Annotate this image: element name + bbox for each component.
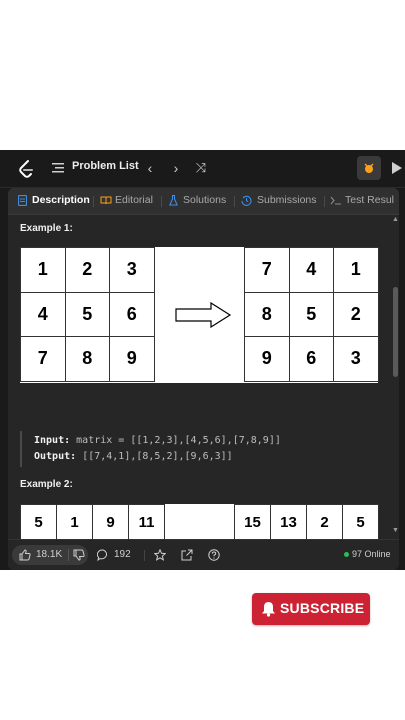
content-scrollbar[interactable]: ▲ ▼ bbox=[392, 215, 399, 539]
output-line: Output: [[7,4,1],[8,5,2],[9,6,3]] bbox=[34, 451, 233, 462]
subscribe-label: SUBSCRIBE bbox=[280, 600, 365, 616]
matrix-cell: 7 bbox=[244, 247, 290, 293]
matrix-cell: 7 bbox=[20, 336, 66, 382]
scroll-down-icon[interactable]: ▼ bbox=[392, 527, 399, 534]
run-button[interactable] bbox=[388, 156, 405, 180]
example-1-image: 123456789 741852963 bbox=[20, 247, 379, 383]
tab-submissions[interactable]: Submissions bbox=[257, 194, 317, 206]
tab-solutions[interactable]: Solutions bbox=[183, 194, 226, 206]
matrix-cell: 13 bbox=[270, 504, 307, 539]
like-dislike-group: 18.1K bbox=[12, 545, 88, 565]
panel-tabs: Description Editorial Solutions Submissi… bbox=[8, 188, 399, 215]
matrix-cell: 3 bbox=[109, 247, 155, 293]
history-icon bbox=[241, 195, 252, 206]
matrix-cell: 5 bbox=[20, 504, 57, 539]
share-icon[interactable] bbox=[181, 549, 193, 561]
output-key: Output: bbox=[34, 451, 77, 462]
bar-divider bbox=[144, 550, 145, 561]
matrix-cell: 8 bbox=[64, 336, 110, 382]
shuffle-icon[interactable]: ⤨ bbox=[192, 159, 210, 177]
matrix-cell: 11 bbox=[128, 504, 165, 539]
description-panel: Description Editorial Solutions Submissi… bbox=[8, 188, 399, 570]
problem-description-content: Example 1: 123456789 741852963 Input: ma… bbox=[8, 215, 391, 539]
matrix-cell: 9 bbox=[92, 504, 129, 539]
matrix-cell: 1 bbox=[20, 247, 66, 293]
terminal-icon bbox=[330, 196, 341, 205]
tab-divider bbox=[324, 196, 325, 207]
problem-list-link[interactable]: Problem List bbox=[72, 160, 139, 172]
leetcode-logo-icon[interactable] bbox=[16, 159, 36, 179]
bell-icon bbox=[262, 602, 275, 617]
comment-icon[interactable] bbox=[97, 549, 109, 561]
subscribe-button[interactable]: SUBSCRIBE bbox=[252, 593, 370, 625]
play-icon bbox=[392, 162, 402, 174]
example-2-title: Example 2: bbox=[20, 479, 73, 490]
list-icon[interactable] bbox=[52, 162, 64, 174]
matrix-cell: 1 bbox=[333, 247, 379, 293]
flask-icon bbox=[169, 195, 178, 206]
tab-divider bbox=[161, 196, 162, 207]
matrix-cell: 5 bbox=[64, 291, 110, 337]
comment-count[interactable]: 192 bbox=[114, 549, 131, 560]
example-1-io-block: Input: matrix = [[1,2,3],[4,5,6],[7,8,9]… bbox=[20, 431, 322, 467]
tab-description[interactable]: Description bbox=[32, 194, 90, 206]
matrix-cell: 4 bbox=[288, 247, 334, 293]
leetcode-app: Problem List ‹ › ⤨ Description Editorial… bbox=[0, 150, 405, 570]
chevron-left-icon[interactable]: ‹ bbox=[141, 159, 159, 177]
like-count: 18.1K bbox=[36, 549, 63, 560]
matrix-cell: 9 bbox=[244, 336, 290, 382]
help-icon[interactable] bbox=[208, 549, 220, 561]
matrix-cell: 5 bbox=[342, 504, 379, 539]
book-icon bbox=[100, 196, 112, 205]
matrix-cell: 1 bbox=[56, 504, 93, 539]
online-status-dot bbox=[344, 552, 349, 557]
like-divider bbox=[68, 549, 69, 561]
matrix-cell: 6 bbox=[109, 291, 155, 337]
matrix-cell: 3 bbox=[333, 336, 379, 382]
star-icon[interactable] bbox=[154, 549, 166, 561]
thumbs-down-icon[interactable] bbox=[73, 549, 85, 561]
chevron-right-icon[interactable]: › bbox=[167, 159, 185, 177]
scroll-up-icon[interactable]: ▲ bbox=[392, 216, 399, 223]
input-line: Input: matrix = [[1,2,3],[4,5,6],[7,8,9]… bbox=[34, 435, 281, 446]
bottom-action-bar: 18.1K 192 97 Online bbox=[8, 539, 399, 570]
input-key: Input: bbox=[34, 435, 71, 446]
output-value: [[7,4,1],[8,5,2],[9,6,3]] bbox=[82, 451, 233, 462]
matrix-cell: 5 bbox=[288, 291, 334, 337]
scrollbar-thumb[interactable] bbox=[393, 287, 398, 377]
tab-editorial[interactable]: Editorial bbox=[115, 194, 153, 206]
matrix-cell: 6 bbox=[288, 336, 334, 382]
thumbs-up-icon[interactable] bbox=[19, 549, 31, 561]
example-1-title: Example 1: bbox=[20, 223, 73, 234]
tab-divider bbox=[93, 196, 94, 207]
debug-button[interactable] bbox=[357, 156, 381, 180]
description-icon bbox=[18, 195, 27, 206]
top-toolbar: Problem List ‹ › ⤨ bbox=[0, 150, 405, 188]
bug-icon bbox=[364, 163, 374, 173]
matrix-cell: 8 bbox=[244, 291, 290, 337]
input-value: matrix = [[1,2,3],[4,5,6],[7,8,9]] bbox=[76, 435, 281, 446]
matrix-cell: 15 bbox=[234, 504, 271, 539]
online-count: 97 Online bbox=[352, 549, 391, 559]
matrix-cell: 9 bbox=[109, 336, 155, 382]
matrix-cell: 2 bbox=[64, 247, 110, 293]
matrix-cell: 2 bbox=[333, 291, 379, 337]
matrix-cell: 2 bbox=[306, 504, 343, 539]
example-2-image: 5191124810 15132514341 bbox=[20, 504, 379, 539]
matrix-cell: 4 bbox=[20, 291, 66, 337]
tab-test-result[interactable]: Test Resul bbox=[345, 194, 394, 206]
arrow-right-icon bbox=[175, 302, 232, 328]
tab-divider bbox=[234, 196, 235, 207]
